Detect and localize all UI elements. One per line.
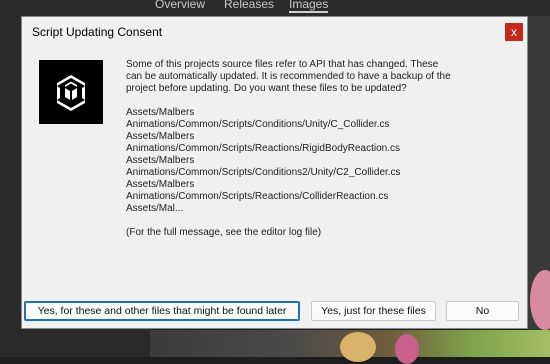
unity-logo-icon	[39, 60, 103, 124]
yes-all-files-button[interactable]: Yes, for these and other files that migh…	[24, 301, 300, 321]
tab-releases[interactable]: Releases	[224, 0, 274, 11]
dialog-message: Some of this projects source files refer…	[126, 59, 456, 239]
file-list-line: Assets/Mal...	[126, 203, 184, 214]
footer-note: (For the full message, see the editor lo…	[126, 227, 322, 238]
tab-overview[interactable]: Overview	[155, 0, 205, 11]
file-list-line: Animations/Common/Scripts/Conditions2/Un…	[126, 167, 401, 178]
dialog-title: Script Updating Consent	[32, 25, 163, 39]
file-list-line: Assets/Malbers	[126, 107, 195, 118]
file-list: Assets/Malbers Animations/Common/Scripts…	[126, 107, 456, 215]
yes-these-files-button[interactable]: Yes, just for these files	[311, 301, 436, 321]
file-list-line: Assets/Malbers	[126, 155, 195, 166]
file-list-line: Animations/Common/Scripts/Reactions/Coll…	[126, 191, 389, 202]
close-icon: x	[511, 25, 517, 39]
file-list-line: Animations/Common/Scripts/Conditions/Uni…	[126, 119, 390, 130]
dialog-titlebar[interactable]: Script Updating Consent x	[22, 17, 527, 47]
tab-images[interactable]: Images	[289, 0, 329, 13]
background-scene-shape	[395, 334, 419, 364]
background-tab-bar: Overview Releases Images	[150, 0, 550, 16]
script-updating-consent-dialog: Script Updating Consent x Some of this p…	[21, 16, 528, 329]
background-scene-shape	[340, 332, 376, 362]
close-button[interactable]: x	[505, 23, 523, 41]
message-intro: Some of this projects source files refer…	[126, 59, 451, 94]
no-button[interactable]: No	[446, 301, 519, 321]
file-list-line: Animations/Common/Scripts/Reactions/Rigi…	[126, 143, 401, 154]
file-list-line: Assets/Malbers	[126, 179, 195, 190]
file-list-line: Assets/Malbers	[126, 131, 195, 142]
